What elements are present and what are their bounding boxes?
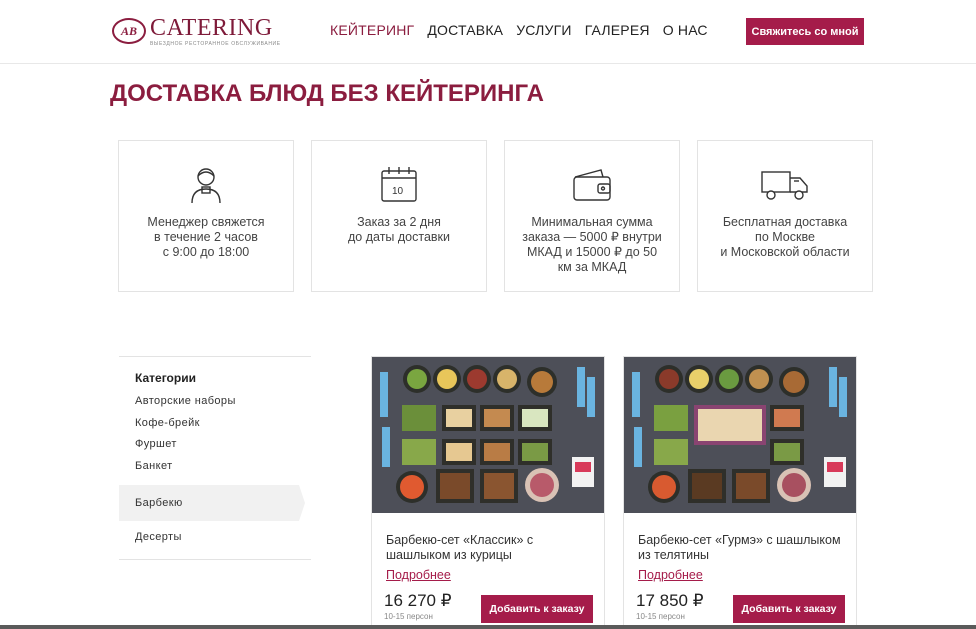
sidebar-heading: Категории [135, 371, 196, 385]
nav-item-catering[interactable]: КЕЙТЕРИНГ [330, 22, 414, 38]
main-nav: КЕЙТЕРИНГ ДОСТАВКА УСЛУГИ ГАЛЕРЕЯ О НАС [330, 22, 721, 38]
feature-text: Бесплатная доставка по Москве и Московск… [720, 215, 850, 259]
site-header: AB CATERING ВЫЕЗДНОЕ РЕСТОРАННОЕ ОБСЛУЖИ… [0, 0, 976, 64]
sidebar-item-barbecue[interactable]: Барбекю [119, 485, 305, 521]
product-price: 16 270 ₽ [384, 591, 452, 610]
sidebar-item-buffet[interactable]: Фуршет [119, 434, 311, 456]
calendar-icon: 10 [374, 165, 424, 205]
product-image[interactable] [372, 357, 604, 513]
add-to-order-button[interactable]: Добавить к заказу [481, 595, 593, 623]
logo-subtitle: ВЫЕЗДНОЕ РЕСТОРАННОЕ ОБСЛУЖИВАНИЕ [150, 40, 281, 47]
nav-item-delivery[interactable]: ДОСТАВКА [427, 22, 503, 38]
divider [119, 558, 311, 560]
feature-text: Менеджер свяжется в течение 2 часов с 9:… [147, 215, 265, 259]
logo-text: CATERING ВЫЕЗДНОЕ РЕСТОРАННОЕ ОБСЛУЖИВАН… [150, 16, 281, 47]
product-card: Барбекю-сет «Гурмэ» с шашлыком из теляти… [623, 356, 857, 629]
nav-item-gallery[interactable]: ГАЛЕРЕЯ [585, 22, 650, 38]
product-details-link[interactable]: Подробнее [386, 568, 451, 582]
product-card: Барбекю-сет «Классик» с шашлыком из кури… [371, 356, 605, 629]
logo-mark: AB [112, 18, 146, 44]
page-title: ДОСТАВКА БЛЮД БЕЗ КЕЙТЕРИНГА [110, 80, 544, 107]
feature-text: Минимальная сумма заказа — 5000 ₽ внутри… [522, 215, 662, 274]
divider [119, 356, 311, 357]
wallet-icon [567, 165, 617, 205]
logo-title: CATERING [150, 14, 273, 41]
product-persons: 10-15 персон [636, 612, 685, 621]
sidebar-item-coffee-break[interactable]: Кофе-брейк [119, 413, 311, 435]
products-grid: Барбекю-сет «Классик» с шашлыком из кури… [371, 356, 857, 629]
feature-card-minimum-sum: Минимальная сумма заказа — 5000 ₽ внутри… [504, 140, 680, 292]
product-name[interactable]: Барбекю-сет «Классик» с шашлыком из кури… [386, 533, 591, 563]
nav-item-about[interactable]: О НАС [663, 22, 708, 38]
product-price: 17 850 ₽ [636, 591, 704, 610]
feature-card-free-delivery: Бесплатная доставка по Москве и Московск… [697, 140, 873, 292]
product-persons: 10-15 персон [384, 612, 433, 621]
product-details-link[interactable]: Подробнее [638, 568, 703, 582]
page: AB CATERING ВЫЕЗДНОЕ РЕСТОРАННОЕ ОБСЛУЖИ… [0, 0, 976, 629]
logo[interactable]: AB CATERING ВЫЕЗДНОЕ РЕСТОРАННОЕ ОБСЛУЖИ… [112, 14, 281, 48]
manager-icon [181, 165, 231, 205]
features-row: Менеджер свяжется в течение 2 часов с 9:… [118, 140, 873, 292]
sidebar-item-author-sets[interactable]: Авторские наборы [119, 391, 311, 413]
product-image[interactable] [624, 357, 856, 513]
feature-card-manager: Менеджер свяжется в течение 2 часов с 9:… [118, 140, 294, 292]
product-name[interactable]: Барбекю-сет «Гурмэ» с шашлыком из теляти… [638, 533, 843, 563]
categories-sidebar: Категории Авторские наборы Кофе-брейк Фу… [119, 356, 311, 560]
contact-me-button[interactable]: Свяжитесь со мной [746, 18, 864, 45]
feature-card-order-time: 10 Заказ за 2 дня до даты доставки [311, 140, 487, 292]
sidebar-item-banquet[interactable]: Банкет [119, 456, 311, 478]
feature-text: Заказ за 2 дня до даты доставки [348, 215, 450, 244]
nav-item-services[interactable]: УСЛУГИ [516, 22, 571, 38]
truck-icon [760, 165, 810, 205]
add-to-order-button[interactable]: Добавить к заказу [733, 595, 845, 623]
sidebar-item-desserts[interactable]: Десерты [119, 527, 311, 549]
bottom-bar [0, 625, 976, 629]
calendar-day-number: 10 [392, 186, 404, 197]
